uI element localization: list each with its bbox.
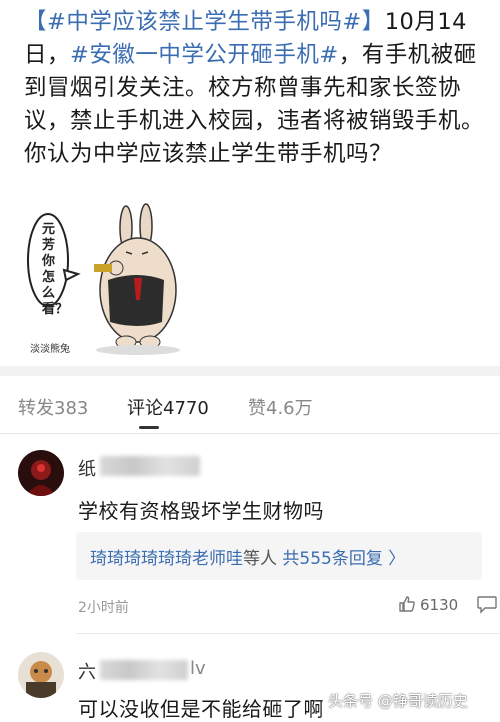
avatar-image	[18, 450, 64, 496]
chevron-right-icon: 〉	[388, 549, 406, 569]
tab-repost[interactable]: 转发383	[18, 394, 88, 420]
avatar[interactable]	[18, 450, 64, 496]
comment-username[interactable]: 六	[78, 658, 96, 684]
post-image[interactable]: 元芳你怎么看？ 淡淡熊兔	[26, 200, 206, 360]
active-tab-indicator	[139, 426, 159, 429]
username-tail: lv	[190, 658, 206, 679]
tab-likes[interactable]: 赞4.6万	[248, 394, 313, 420]
comment-text: 可以没收但是不能给砸了啊	[78, 697, 324, 721]
username-mosaic	[100, 660, 188, 680]
reply-count[interactable]: 共555条回复	[282, 549, 382, 569]
sticker-signature: 淡淡熊兔	[30, 344, 70, 355]
comment-separator	[76, 633, 500, 634]
reply-wait-text: 等人	[243, 549, 277, 569]
reply-preview: 琦琦琦琦琦琦老师哇等人 共555条回复 〉	[90, 544, 405, 569]
like-button[interactable]: 6130	[398, 595, 458, 614]
comment-bubble-icon[interactable]	[476, 594, 498, 614]
section-divider	[0, 366, 500, 376]
username-mosaic	[100, 456, 200, 476]
interaction-tabs: 转发383 评论4770 赞4.6万	[0, 376, 500, 434]
sticker-bubble-text: 元芳你怎么看？	[42, 222, 69, 317]
thumbs-up-icon	[399, 596, 415, 612]
tab-comments[interactable]: 评论4770	[127, 394, 209, 420]
reply-summary[interactable]: 琦琦琦琦琦琦老师哇等人 共555条回复 〉	[76, 532, 482, 580]
comment-time: 2小时前	[78, 600, 129, 616]
comment-username[interactable]: 纸	[78, 455, 96, 481]
post-body: 【#中学应该禁止学生带手机吗#】10月14日，#安徽一中学公开砸手机#，有手机被…	[24, 6, 484, 171]
hashtag-link[interactable]: 【#中学应该禁止学生带手机吗#】	[24, 9, 385, 35]
avatar[interactable]	[18, 652, 64, 698]
hashtag-link[interactable]: #安徽一中学公开砸手机#	[70, 42, 339, 68]
like-count: 6130	[420, 596, 459, 614]
comment-text: 学校有资格毁坏学生财物吗	[78, 499, 324, 523]
watermark: 头条号 @铮哥读历史	[328, 692, 468, 710]
avatar-image	[18, 652, 64, 698]
reply-user-names[interactable]: 琦琦琦琦琦琦老师哇	[90, 549, 243, 569]
